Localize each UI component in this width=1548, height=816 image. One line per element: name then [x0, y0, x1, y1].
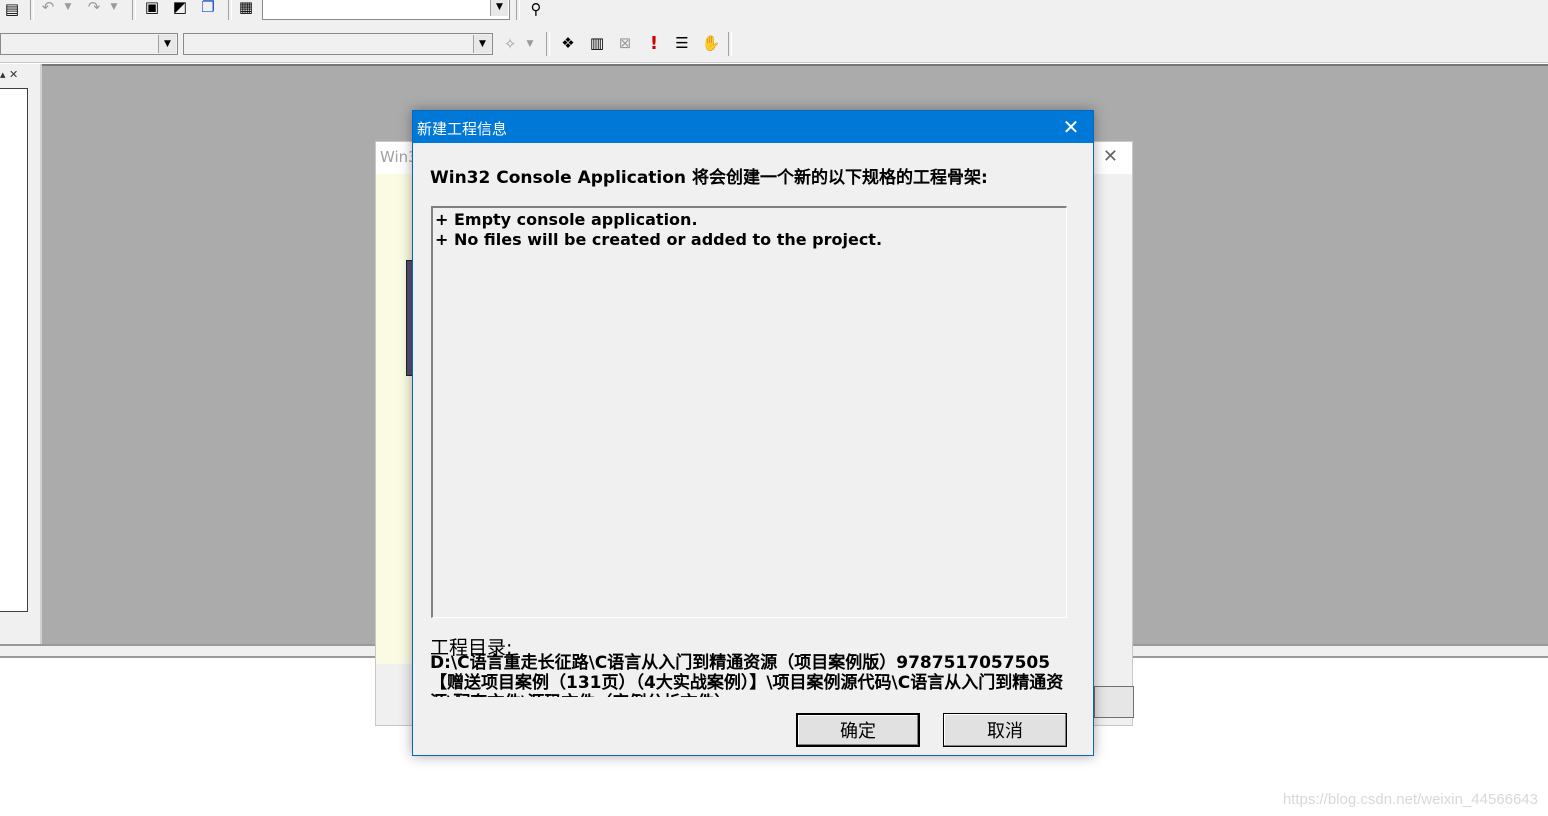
- dialog-titlebar: 新建工程信息 ✕: [413, 111, 1093, 143]
- background-dialog-button[interactable]: [1094, 686, 1134, 718]
- workspace-tree[interactable]: [0, 88, 28, 612]
- class-combo[interactable]: ▼: [0, 33, 178, 55]
- spec-line: + No files will be created or added to t…: [435, 230, 883, 249]
- compile-icon[interactable]: ❖: [556, 32, 580, 54]
- hand-icon[interactable]: ✋: [699, 32, 723, 54]
- step-icon[interactable]: ☰: [670, 32, 694, 54]
- toolbar-separator: [30, 0, 34, 20]
- close-icon[interactable]: ✕: [1059, 115, 1083, 139]
- workspace-icon[interactable]: ▤: [0, 0, 24, 20]
- new-project-info-dialog: 新建工程信息 ✕ Win32 Console Application 将会创建一…: [412, 110, 1094, 756]
- chevron-down-icon[interactable]: ▼: [56, 0, 80, 18]
- cancel-button[interactable]: 取消: [943, 713, 1067, 747]
- find-combo[interactable]: ▼: [262, 0, 510, 20]
- chevron-down-icon[interactable]: ▼: [518, 33, 542, 55]
- chevron-down-icon[interactable]: ▼: [490, 0, 508, 16]
- execute-icon[interactable]: !: [642, 32, 666, 54]
- chevron-down-icon[interactable]: ▼: [158, 35, 176, 53]
- close-icon[interactable]: ✕: [1103, 146, 1118, 167]
- toolbar-separator: [228, 0, 232, 20]
- dialog-title: 新建工程信息: [417, 120, 508, 138]
- cascade-icon[interactable]: ❐: [196, 0, 220, 18]
- chevron-down-icon[interactable]: ▼: [473, 35, 491, 53]
- wizard-image-panel: [376, 174, 414, 664]
- pane-controls[interactable]: ▴ ✕: [0, 68, 18, 81]
- member-combo[interactable]: ▼: [183, 33, 493, 55]
- toolbar-separator: [516, 0, 520, 20]
- directory-path: D:\C语言重走长征路\C语言从入门到精通资源（项目案例版）9787517057…: [430, 653, 1064, 697]
- build-icon[interactable]: ▥: [585, 32, 609, 54]
- ok-button[interactable]: 确定: [796, 713, 920, 747]
- output-icon[interactable]: ◩: [168, 0, 192, 18]
- stop-build-icon[interactable]: ⊠: [613, 32, 637, 54]
- toolbar-separator: [728, 32, 732, 56]
- toolbar-area: ▤ ↶ ▼ ↷ ▼ ▣ ◩ ❐ ▦ ▼ ⚲ ▼ ▼ ✧ ▼ ❖ ▥ ⊠ ! ☰ …: [0, 0, 1548, 63]
- toolbar-separator: [546, 32, 550, 56]
- binoculars-icon[interactable]: ⚲: [524, 0, 548, 20]
- find-in-files-icon[interactable]: ▦: [234, 0, 258, 18]
- toolbar-separator: [132, 0, 136, 20]
- spec-listbox[interactable]: + Empty console application. + No files …: [431, 206, 1067, 618]
- watermark: https://blog.csdn.net/weixin_44566643: [1282, 791, 1538, 808]
- spec-line: + Empty console application.: [435, 210, 698, 229]
- chevron-down-icon[interactable]: ▼: [102, 0, 126, 18]
- window-icon[interactable]: ▣: [140, 0, 164, 18]
- dialog-description: Win32 Console Application 将会创建一个新的以下规格的工…: [430, 168, 988, 188]
